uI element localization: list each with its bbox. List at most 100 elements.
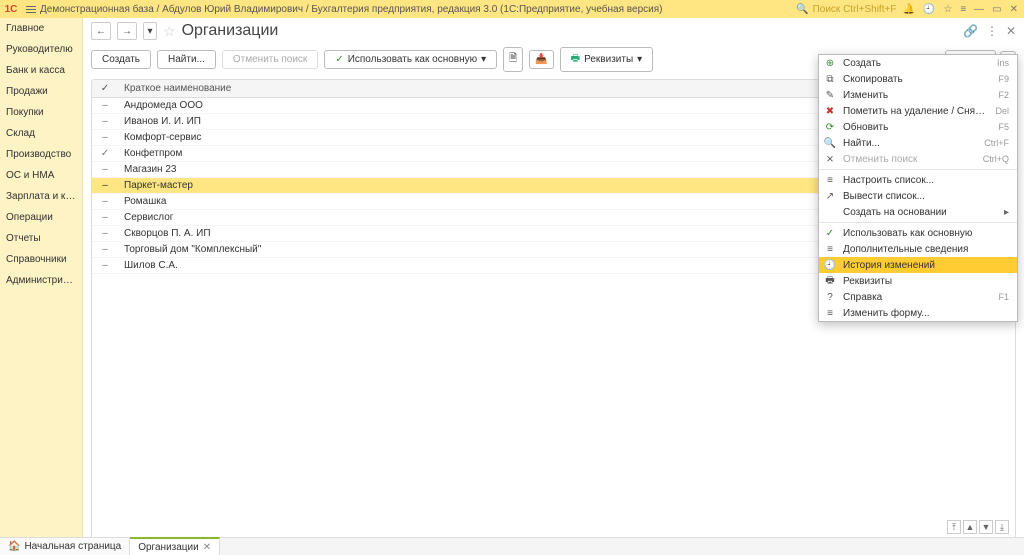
- menu-icon: ✖: [823, 106, 837, 117]
- app-logo-icon: 1С: [0, 0, 22, 18]
- menu-item-5[interactable]: 🔍Найти...Ctrl+F: [819, 135, 1017, 151]
- minimize-icon[interactable]: —: [974, 4, 984, 15]
- sidebar-item-6[interactable]: Производство: [0, 144, 82, 165]
- find-button[interactable]: Найти...: [157, 50, 216, 69]
- menu-hotkey: F2: [998, 90, 1009, 100]
- menu-label: Вывести список...: [843, 191, 1009, 202]
- sidebar-item-1[interactable]: Руководителю: [0, 39, 82, 60]
- menu-item-2[interactable]: ✎ Изменить F2: [819, 87, 1017, 103]
- menu-item-4[interactable]: ⟳ОбновитьF5: [819, 119, 1017, 135]
- sidebar-item-3[interactable]: Продажи: [0, 81, 82, 102]
- tab-1[interactable]: Организации✕: [130, 537, 220, 555]
- link-icon[interactable]: 🔗: [963, 24, 978, 38]
- nav-forward-button[interactable]: →: [117, 22, 137, 40]
- page-more-icon[interactable]: ⋮: [986, 24, 998, 38]
- maximize-icon[interactable]: ▭: [992, 4, 1001, 15]
- sidebar-item-7[interactable]: ОС и НМА: [0, 165, 82, 186]
- menu-label: Скопировать: [843, 74, 992, 85]
- main-area: ← → ▾ ☆ Организации 🔗 ⋮ ✕ Создать Найти.…: [82, 18, 1024, 537]
- nav-dropdown-button[interactable]: ▾: [143, 22, 157, 40]
- menu-icon: ✓: [823, 228, 837, 239]
- search-placeholder: Поиск Ctrl+Shift+F: [813, 4, 897, 15]
- home-icon: 🏠: [8, 541, 20, 552]
- sidebar-item-4[interactable]: Покупки: [0, 102, 82, 123]
- inbox-icon-button[interactable]: 📥: [529, 50, 553, 69]
- menu-item-1[interactable]: ⧉СкопироватьF9: [819, 71, 1017, 87]
- star-icon[interactable]: ☆: [943, 4, 952, 15]
- nav-down-icon[interactable]: ▼: [979, 520, 993, 534]
- chevron-down-icon: ▾: [637, 54, 642, 65]
- menu-hotkey: F5: [998, 122, 1009, 132]
- row-mark-icon: –: [92, 132, 118, 143]
- cancel-find-button: Отменить поиск: [222, 50, 318, 69]
- sidebar: ГлавноеРуководителюБанк и кассаПродажиПо…: [0, 18, 82, 537]
- row-mark-icon: –: [92, 212, 118, 223]
- menu-label: Изменить: [843, 90, 992, 101]
- tab-label: Начальная страница: [24, 541, 121, 552]
- sidebar-item-10[interactable]: Отчеты: [0, 228, 82, 249]
- menu-icon: ⧉: [823, 74, 837, 85]
- menu-item-15[interactable]: 🖶Реквизиты: [819, 273, 1017, 289]
- bell-icon[interactable]: 🔔: [902, 4, 914, 15]
- menu-item-14[interactable]: 🕘История изменений: [819, 257, 1017, 273]
- page-header: ← → ▾ ☆ Организации 🔗 ⋮ ✕: [83, 18, 1024, 44]
- menu-icon[interactable]: [22, 6, 40, 13]
- menu-icon: ≡: [823, 244, 837, 255]
- table-nav: ⤒ ▲ ▼ ⤓: [947, 520, 1009, 534]
- sidebar-item-12[interactable]: Администрирование: [0, 270, 82, 291]
- sidebar-item-8[interactable]: Зарплата и кадры: [0, 186, 82, 207]
- menu-item-0[interactable]: ⊕СоздатьIns: [819, 55, 1017, 71]
- menu-label: Изменить форму...: [843, 308, 1009, 319]
- menu-hotkey: Ctrl+Q: [983, 154, 1009, 164]
- menu-item-9[interactable]: ↗Вывести список...: [819, 188, 1017, 204]
- menu-item-10[interactable]: Создать на основании▸: [819, 204, 1017, 220]
- doc-icon-button[interactable]: 🗎: [503, 47, 523, 72]
- menu-item-17[interactable]: ≡Изменить форму...: [819, 305, 1017, 321]
- settings-icon[interactable]: ≡: [960, 4, 966, 15]
- menu-item-13[interactable]: ≡Дополнительные сведения: [819, 241, 1017, 257]
- row-mark-icon: –: [92, 260, 118, 271]
- global-search[interactable]: 🔍 Поиск Ctrl+Shift+F: [796, 4, 896, 15]
- requisites-button[interactable]: 🖶Реквизиты▾: [560, 47, 654, 72]
- tab-0[interactable]: 🏠 Начальная страница: [0, 538, 130, 555]
- menu-hotkey: Ctrl+F: [984, 138, 1009, 148]
- create-button[interactable]: Создать: [91, 50, 151, 69]
- menu-hotkey: Del: [995, 106, 1009, 116]
- row-mark-icon: ✓: [92, 148, 118, 159]
- menu-icon: 🖶: [823, 273, 837, 290]
- sidebar-item-2[interactable]: Банк и касса: [0, 60, 82, 81]
- nav-first-icon[interactable]: ⤒: [947, 520, 961, 534]
- menu-item-12[interactable]: ✓Использовать как основную: [819, 225, 1017, 241]
- sidebar-item-5[interactable]: Склад: [0, 123, 82, 144]
- menu-item-8[interactable]: ≡Настроить список...: [819, 172, 1017, 188]
- sidebar-item-9[interactable]: Операции: [0, 207, 82, 228]
- close-icon[interactable]: ✕: [1010, 4, 1018, 15]
- row-mark-icon: –: [92, 228, 118, 239]
- menu-label: История изменений: [843, 260, 1009, 271]
- nav-last-icon[interactable]: ⤓: [995, 520, 1009, 534]
- menu-item-16[interactable]: ?СправкаF1: [819, 289, 1017, 305]
- page-close-icon[interactable]: ✕: [1006, 24, 1016, 38]
- row-mark-icon: –: [92, 180, 118, 191]
- col-check[interactable]: ✓: [92, 83, 118, 94]
- use-as-main-button[interactable]: Использовать как основную▾: [324, 50, 497, 69]
- context-menu: ⊕СоздатьIns⧉СкопироватьF9✎ИзменитьF2✖Пом…: [818, 54, 1018, 322]
- print-icon: 🖶: [571, 51, 580, 68]
- menu-label: Настроить список...: [843, 175, 1009, 186]
- window-controls: 🔔 🕘 ☆ ≡ — ▭ ✕: [896, 4, 1024, 15]
- menu-icon: 🔍: [823, 138, 837, 149]
- chevron-down-icon: ▾: [481, 54, 486, 65]
- history-icon[interactable]: 🕘: [923, 4, 935, 15]
- menu-label: Справка: [843, 292, 992, 303]
- nav-back-button[interactable]: ←: [91, 22, 111, 40]
- menu-item-3[interactable]: ✖Пометить на удаление / Снять пометкуDel: [819, 103, 1017, 119]
- tab-bar: 🏠 Начальная страница Организации✕: [0, 537, 1024, 555]
- menu-icon: ✎: [823, 90, 837, 101]
- menu-item-6: ⨯Отменить поискCtrl+Q: [819, 151, 1017, 167]
- nav-up-icon[interactable]: ▲: [963, 520, 977, 534]
- sidebar-item-11[interactable]: Справочники: [0, 249, 82, 270]
- sidebar-item-0[interactable]: Главное: [0, 18, 82, 39]
- favorite-icon[interactable]: ☆: [163, 23, 176, 40]
- breadcrumb: Демонстрационная база / Абдулов Юрий Вла…: [40, 4, 662, 15]
- tab-close-icon[interactable]: ✕: [203, 542, 211, 553]
